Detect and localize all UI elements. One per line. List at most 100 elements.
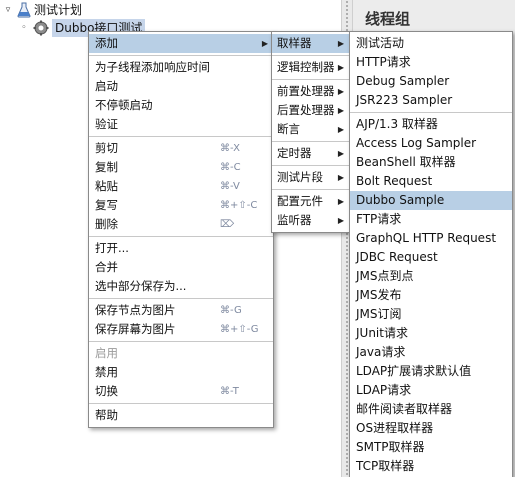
submenu-arrow-icon: ▶ [337, 216, 344, 225]
tree-row-test-plan[interactable]: ▿ 测试计划 [2, 1, 82, 19]
menu-separator [89, 55, 273, 56]
menu-item-label: 粘贴 [95, 179, 118, 193]
shortcut-save-node-image: ⌘-G [220, 305, 242, 316]
menu-item-paste[interactable]: 粘贴 ⌘-V [89, 177, 273, 196]
menu-item-save-screen-image[interactable]: 保存屏幕为图片 ⌘+⇧-G [89, 320, 273, 339]
submenu-item-test-fragment[interactable]: 测试片段 ▶ [272, 168, 349, 187]
sampler-submenu: 测试活动 HTTP请求 Debug Sampler JSR223 Sampler… [349, 31, 513, 477]
menu-item-label: 保存屏幕为图片 [95, 322, 176, 336]
sampler-item-jms-point-to-point[interactable]: JMS点到点 [350, 267, 512, 286]
sampler-item-ftp-request[interactable]: FTP请求 [350, 210, 512, 229]
context-menu: 添加 ▶ 为子线程添加响应时间 启动 不停顿启动 验证 剪切 ⌘-X 复制 ⌘-… [88, 31, 274, 428]
menu-item-delete[interactable]: 删除 ⌦ [89, 215, 273, 234]
menu-item-duplicate[interactable]: 复写 ⌘+⇧-C [89, 196, 273, 215]
sampler-item-junit-request[interactable]: JUnit请求 [350, 324, 512, 343]
menu-item-label: 断言 [277, 122, 300, 136]
menu-item-help[interactable]: 帮助 [89, 406, 273, 425]
shortcut-copy: ⌘-C [220, 162, 241, 173]
shortcut-cut: ⌘-X [220, 143, 240, 154]
submenu-arrow-icon: ▶ [337, 125, 344, 134]
menu-item-label: 删除 [95, 217, 118, 231]
menu-item-start[interactable]: 启动 [89, 77, 273, 96]
menu-item-save-selection[interactable]: 选中部分保存为... [89, 277, 273, 296]
menu-item-cut[interactable]: 剪切 ⌘-X [89, 139, 273, 158]
submenu-arrow-icon: ▶ [337, 197, 344, 206]
menu-separator [272, 165, 349, 166]
tree-collapse-icon[interactable]: ◦ [18, 22, 30, 34]
submenu-arrow-icon: ▶ [337, 173, 344, 182]
menu-item-label: 监听器 [277, 213, 312, 227]
menu-separator [350, 112, 512, 113]
shortcut-save-screen-image: ⌘+⇧-G [220, 324, 259, 335]
menu-item-label: 前置处理器 [277, 84, 335, 98]
menu-item-label: 后置处理器 [277, 103, 335, 117]
menu-item-toggle[interactable]: 切换 ⌘-T [89, 382, 273, 401]
menu-separator [272, 55, 349, 56]
menu-item-label: 剪切 [95, 141, 118, 155]
menu-separator [272, 189, 349, 190]
submenu-item-post-processor[interactable]: 后置处理器 ▶ [272, 101, 349, 120]
menu-separator [89, 403, 273, 404]
menu-separator [89, 236, 273, 237]
sampler-item-dubbo-sample[interactable]: Dubbo Sample [350, 191, 512, 210]
menu-item-copy[interactable]: 复制 ⌘-C [89, 158, 273, 177]
sampler-item-ldap-request[interactable]: LDAP请求 [350, 381, 512, 400]
submenu-arrow-icon: ▶ [261, 39, 268, 48]
submenu-arrow-icon: ▶ [337, 39, 344, 48]
sampler-item-access-log-sampler[interactable]: Access Log Sampler [350, 134, 512, 153]
sampler-item-os-process-sampler[interactable]: OS进程取样器 [350, 419, 512, 438]
sampler-item-graphql-http-request[interactable]: GraphQL HTTP Request [350, 229, 512, 248]
submenu-arrow-icon: ▶ [337, 63, 344, 72]
menu-item-label: 逻辑控制器 [277, 60, 335, 74]
submenu-item-assertion[interactable]: 断言 ▶ [272, 120, 349, 139]
menu-item-label: 配置元件 [277, 194, 323, 208]
gear-icon [33, 20, 49, 36]
sampler-item-mail-reader-sampler[interactable]: 邮件阅读者取样器 [350, 400, 512, 419]
sampler-item-jdbc-request[interactable]: JDBC Request [350, 248, 512, 267]
menu-item-disable[interactable]: 禁用 [89, 363, 273, 382]
sampler-item-ldap-extended-defaults[interactable]: LDAP扩展请求默认值 [350, 362, 512, 381]
submenu-item-config-element[interactable]: 配置元件 ▶ [272, 192, 349, 211]
submenu-item-timer[interactable]: 定时器 ▶ [272, 144, 349, 163]
add-submenu: 取样器 ▶ 逻辑控制器 ▶ 前置处理器 ▶ 后置处理器 ▶ 断言 ▶ 定时器 ▶… [271, 31, 350, 233]
sampler-item-jms-publisher[interactable]: JMS发布 [350, 286, 512, 305]
flask-icon [17, 2, 31, 18]
menu-item-label: 定时器 [277, 146, 312, 160]
menu-item-label: 测试片段 [277, 170, 323, 184]
sampler-item-bolt-request[interactable]: Bolt Request [350, 172, 512, 191]
submenu-arrow-icon: ▶ [337, 87, 344, 96]
sampler-item-test-action[interactable]: 测试活动 [350, 34, 512, 53]
menu-item-save-node-image[interactable]: 保存节点为图片 ⌘-G [89, 301, 273, 320]
submenu-item-pre-processor[interactable]: 前置处理器 ▶ [272, 82, 349, 101]
sampler-item-tcp-sampler[interactable]: TCP取样器 [350, 457, 512, 476]
sampler-item-smtp-sampler[interactable]: SMTP取样器 [350, 438, 512, 457]
tree-expand-icon[interactable]: ▿ [2, 4, 14, 16]
sampler-item-http-request[interactable]: HTTP请求 [350, 53, 512, 72]
menu-separator [89, 341, 273, 342]
sampler-item-ajp-sampler[interactable]: AJP/1.3 取样器 [350, 115, 512, 134]
shortcut-toggle: ⌘-T [220, 386, 239, 397]
shortcut-paste: ⌘-V [220, 181, 240, 192]
sampler-item-beanshell-sampler[interactable]: BeanShell 取样器 [350, 153, 512, 172]
menu-item-add[interactable]: 添加 ▶ [89, 34, 273, 53]
sampler-item-java-request[interactable]: Java请求 [350, 343, 512, 362]
menu-item-add-response-time[interactable]: 为子线程添加响应时间 [89, 58, 273, 77]
menu-separator [89, 136, 273, 137]
submenu-item-sampler[interactable]: 取样器 ▶ [272, 34, 349, 53]
menu-item-merge[interactable]: 合并 [89, 258, 273, 277]
submenu-item-logic-controller[interactable]: 逻辑控制器 ▶ [272, 58, 349, 77]
menu-item-label: 添加 [95, 36, 118, 50]
menu-item-validate[interactable]: 验证 [89, 115, 273, 134]
sampler-item-jsr223-sampler[interactable]: JSR223 Sampler [350, 91, 512, 110]
submenu-arrow-icon: ▶ [337, 149, 344, 158]
shortcut-delete: ⌦ [220, 219, 235, 230]
menu-item-label: 复制 [95, 160, 118, 174]
sampler-item-jms-subscriber[interactable]: JMS订阅 [350, 305, 512, 324]
submenu-item-listener[interactable]: 监听器 ▶ [272, 211, 349, 230]
shortcut-duplicate: ⌘+⇧-C [220, 200, 258, 211]
menu-item-start-no-pause[interactable]: 不停顿启动 [89, 96, 273, 115]
sampler-item-debug-sampler[interactable]: Debug Sampler [350, 72, 512, 91]
menu-item-label: 保存节点为图片 [95, 303, 176, 317]
tree-label-test-plan[interactable]: 测试计划 [34, 1, 82, 19]
menu-item-open[interactable]: 打开... [89, 239, 273, 258]
